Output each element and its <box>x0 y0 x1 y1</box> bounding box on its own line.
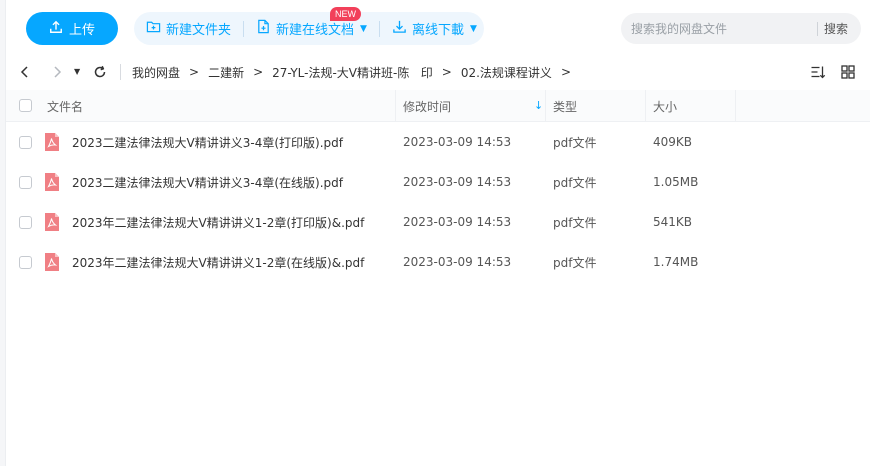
back-arrow-icon[interactable] <box>18 65 32 79</box>
file-size: 541KB <box>653 215 693 229</box>
document-plus-icon <box>256 19 271 38</box>
offline-download-label: 离线下載 <box>411 23 464 38</box>
breadcrumb-separator: > <box>253 65 264 79</box>
pdf-file-icon <box>45 253 59 271</box>
file-modified: 2023-03-09 14:53 <box>403 135 512 149</box>
caret-down-icon: ▼ <box>469 23 477 34</box>
caret-down-icon: ▼ <box>360 23 367 34</box>
sort-descending-icon[interactable]: ↓ <box>534 99 543 112</box>
file-size: 1.74MB <box>653 255 699 269</box>
row-checkbox[interactable] <box>19 136 32 149</box>
breadcrumb-separator: > <box>441 65 452 79</box>
column-divider <box>735 90 736 122</box>
file-modified: 2023-03-09 14:53 <box>403 215 512 229</box>
folder-plus-icon <box>146 19 161 38</box>
table-row[interactable]: 2023二建法律法规大V精讲讲义3-4章(在线版).pdf 2023-03-09… <box>6 162 870 202</box>
column-header-size[interactable]: 大小 <box>653 90 677 122</box>
file-type: pdf文件 <box>553 175 597 190</box>
column-header-type[interactable]: 类型 <box>553 90 577 122</box>
row-checkbox[interactable] <box>19 256 32 269</box>
file-name[interactable]: 2023年二建法律法规大V精讲讲义1-2章(打印版)&.pdf <box>72 202 364 242</box>
file-name[interactable]: 2023二建法律法规大V精讲讲义3-4章(在线版).pdf <box>72 162 343 202</box>
table-row[interactable]: 2023年二建法律法规大V精讲讲义1-2章(在线版)&.pdf 2023-03-… <box>6 242 870 282</box>
file-type: pdf文件 <box>553 255 597 270</box>
breadcrumb-item[interactable]: 27-YL-法规-大V精讲班-陈 印 <box>272 64 433 81</box>
upload-icon <box>49 20 63 38</box>
breadcrumb-separator: > <box>189 65 200 79</box>
upload-button[interactable]: 上传 <box>26 12 118 45</box>
breadcrumb-item[interactable]: 我的网盘 <box>132 64 180 81</box>
file-table-header: 文件名 修改时间 ↓ 类型 大小 <box>6 90 870 122</box>
forward-arrow-icon[interactable] <box>50 65 64 79</box>
search-input[interactable] <box>621 13 817 44</box>
column-header-modified[interactable]: 修改时间 <box>403 90 451 122</box>
search-button[interactable]: 搜索 <box>818 20 848 37</box>
new-folder-button[interactable]: 新建文件夹 <box>146 19 231 38</box>
pdf-file-icon <box>45 133 59 151</box>
column-divider <box>395 90 396 122</box>
file-size: 409KB <box>653 135 693 149</box>
row-checkbox[interactable] <box>19 216 32 229</box>
new-online-doc-button[interactable]: 新建在线文档 ▼ <box>256 19 367 38</box>
new-folder-label: 新建文件夹 <box>166 23 232 38</box>
file-size: 1.05MB <box>653 175 699 189</box>
action-divider <box>243 20 245 37</box>
breadcrumb-item[interactable]: 02.法规课程讲义 <box>461 64 552 81</box>
column-divider <box>545 90 546 122</box>
file-name[interactable]: 2023二建法律法规大V精讲讲义3-4章(打印版).pdf <box>72 122 343 162</box>
table-row[interactable]: 2023年二建法律法规大V精讲讲义1-2章(打印版)&.pdf 2023-03-… <box>6 202 870 242</box>
action-group: 新建文件夹 新建在线文档 ▼ 离线下載 ▼ <box>134 12 484 45</box>
download-icon <box>392 19 407 38</box>
breadcrumb-item[interactable]: 二建新 <box>208 64 244 81</box>
file-modified: 2023-03-09 14:53 <box>403 175 512 189</box>
row-checkbox[interactable] <box>19 176 32 189</box>
pdf-file-icon <box>45 173 59 191</box>
grid-view-icon[interactable] <box>840 64 856 83</box>
file-type: pdf文件 <box>553 135 597 150</box>
new-online-doc-label: 新建在线文档 <box>276 23 355 38</box>
search-box: 搜索 <box>621 13 861 44</box>
upload-label: 上传 <box>68 23 95 38</box>
file-name[interactable]: 2023年二建法律法规大V精讲讲义1-2章(在线版)&.pdf <box>72 242 364 282</box>
refresh-icon[interactable] <box>93 65 107 79</box>
toolbar: 上传 新建文件夹 新建在线文档 ▼ 离线下載 ▼ NEW 搜索我的网盘文件 搜索 <box>0 0 870 56</box>
pdf-file-icon <box>45 213 59 231</box>
new-badge: NEW <box>330 7 361 21</box>
action-divider <box>378 20 380 37</box>
select-all-checkbox[interactable] <box>19 99 32 112</box>
navigation-bar: ▼ 我的网盘 > 二建新 > 27-YL-法规-大V精讲班-陈 印 > 02.法… <box>0 56 870 88</box>
table-row[interactable]: 2023二建法律法规大V精讲讲义3-4章(打印版).pdf 2023-03-09… <box>6 122 870 162</box>
breadcrumb: 我的网盘 > 二建新 > 27-YL-法规-大V精讲班-陈 印 > 02.法规课… <box>121 62 580 82</box>
file-type: pdf文件 <box>553 215 597 230</box>
column-divider <box>645 90 646 122</box>
view-controls <box>810 64 856 83</box>
column-header-name[interactable]: 文件名 <box>47 90 83 122</box>
history-dropdown-icon[interactable]: ▼ <box>74 67 80 76</box>
sort-list-icon[interactable] <box>810 64 826 83</box>
file-modified: 2023-03-09 14:53 <box>403 255 512 269</box>
breadcrumb-separator: > <box>560 65 571 79</box>
offline-download-button[interactable]: 离线下載 ▼ <box>392 19 477 38</box>
